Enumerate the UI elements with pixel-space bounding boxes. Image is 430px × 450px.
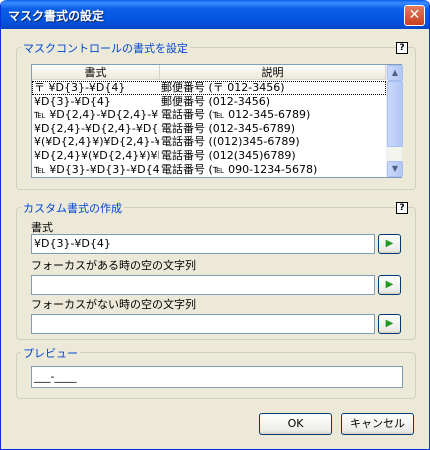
scroll-down-button[interactable]: ▼ xyxy=(387,161,403,177)
format-cell: ¥D{2,4}¥(¥D{2,4}¥)¥D{4} xyxy=(34,149,159,162)
list-header: 書式 説明 xyxy=(32,65,386,80)
apply-focused-button[interactable]: ▶ xyxy=(378,275,401,295)
cancel-button[interactable]: キャンセル xyxy=(341,413,414,435)
custom-group-label: カスタム書式の作成 xyxy=(21,200,124,216)
list-item[interactable]: ¥D{3}-¥D{4} 郵便番号 (012-3456) xyxy=(32,95,386,109)
column-header-format[interactable]: 書式 xyxy=(32,65,160,80)
description-cell: 郵便番号 (〒 012-3456) xyxy=(161,81,285,94)
apply-unfocused-button[interactable]: ▶ xyxy=(378,314,401,334)
format-help-icon[interactable]: ? xyxy=(396,42,408,54)
format-cell: ℡ ¥D{3}-¥D{3}-¥D{4} xyxy=(34,162,159,176)
preview-input[interactable]: ___-____ xyxy=(31,366,403,388)
description-cell: 電話番号 (012-345-6789) xyxy=(161,121,296,135)
focused-empty-label: フォーカスがある時の空の文字列 xyxy=(31,259,196,272)
format-input[interactable]: ¥D{3}-¥D{4} xyxy=(31,234,375,254)
scroll-up-button[interactable]: ▲ xyxy=(387,65,403,81)
focused-empty-input[interactable] xyxy=(31,275,375,295)
description-cell: 電話番号 (012(345)6789) xyxy=(161,149,296,162)
list-item[interactable]: 〒 ¥D{3}-¥D{4} 郵便番号 (〒 012-3456) xyxy=(32,81,386,95)
format-cell: ¥D{3}-¥D{4} xyxy=(34,94,111,108)
description-cell: 電話番号 ((012)345-6789) xyxy=(161,135,300,149)
list-scrollbar[interactable]: ▲ ▼ xyxy=(386,65,403,177)
list-item[interactable]: ¥D{2,4}¥(¥D{2,4}¥)¥D{4}電話番号 (012(345)678… xyxy=(32,149,386,163)
close-button[interactable]: ✕ xyxy=(404,5,425,26)
format-list[interactable]: 書式 説明 〒 ¥D{3}-¥D{4} 郵便番号 (〒 012-3456) ¥D{3… xyxy=(31,64,403,178)
custom-help-icon[interactable]: ? xyxy=(396,202,408,214)
description-cell: 電話番号 (℡ 090-1234-5678) xyxy=(161,162,318,176)
apply-format-button[interactable]: ▶ xyxy=(378,234,401,254)
format-group-label: マスクコントロールの書式を設定 xyxy=(21,40,190,56)
format-label: 書式 xyxy=(31,221,53,234)
description-cell: 郵便番号 (012-3456) xyxy=(161,94,271,108)
format-cell: 〒 ¥D{3}-¥D{4} xyxy=(34,81,126,94)
scroll-thumb[interactable] xyxy=(387,81,403,147)
play-icon: ▶ xyxy=(385,318,394,329)
play-icon: ▶ xyxy=(385,279,394,290)
play-icon: ▶ xyxy=(385,238,394,249)
unfocused-empty-input[interactable] xyxy=(31,314,375,334)
unfocused-empty-label: フォーカスがない時の空の文字列 xyxy=(31,298,196,311)
column-header-description[interactable]: 説明 xyxy=(160,65,386,80)
list-item[interactable]: ℡ ¥D{3}-¥D{3}-¥D{4} 電話番号 (℡ 090-1234-5678… xyxy=(32,163,386,177)
preview-group-label: プレビュー xyxy=(21,345,80,361)
format-cell: ¥D{2,4}-¥D{2,4}-¥D{4} xyxy=(34,121,159,135)
window-title: マスク書式の設定 xyxy=(8,9,105,23)
title-bar[interactable]: マスク書式の設定 ✕ xyxy=(1,0,429,29)
format-cell: ¥(¥D{2,4}¥)¥D{2,4}-¥D{4} xyxy=(34,135,159,149)
list-item[interactable]: ¥D{2,4}-¥D{2,4}-¥D{4} 電話番号 (012-345-6789) xyxy=(32,122,386,136)
list-item[interactable]: ℡ ¥D{2,4}-¥D{2,4}-¥D{4}電話番号 (℡ 012-345-6… xyxy=(32,108,386,122)
format-cell: ℡ ¥D{2,4}-¥D{2,4}-¥D{4} xyxy=(34,108,159,122)
ok-button[interactable]: OK xyxy=(259,413,332,435)
description-cell: 電話番号 (℡ 012-345-6789) xyxy=(161,108,311,122)
mask-format-dialog: マスク書式の設定 ✕ マスクコントロールの書式を設定 ? 書式 説明 〒 ¥D{… xyxy=(0,0,430,450)
list-item[interactable]: ¥(¥D{2,4}¥)¥D{2,4}-¥D{4}電話番号 ((012)345-6… xyxy=(32,135,386,149)
